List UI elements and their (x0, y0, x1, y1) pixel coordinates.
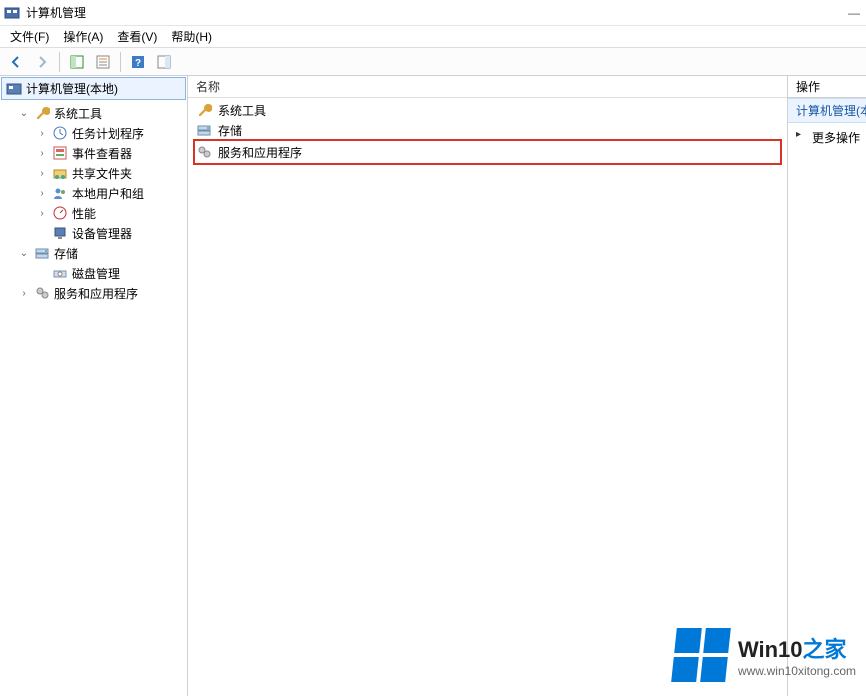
help-button[interactable]: ? (126, 50, 150, 74)
list-item-storage[interactable]: 存储 (194, 120, 781, 140)
list-item-system-tools[interactable]: 系统工具 (194, 100, 781, 120)
tree-pane: 计算机管理(本地) ⌄ 系统工具 › 任务计划程序 › (0, 76, 188, 696)
expand-icon[interactable]: › (36, 167, 48, 179)
expand-icon[interactable]: › (36, 147, 48, 159)
collapse-icon[interactable]: ⌄ (18, 107, 30, 119)
services-icon (34, 285, 50, 301)
tree-root[interactable]: 计算机管理(本地) (1, 77, 186, 100)
tree-label: 本地用户和组 (72, 185, 144, 202)
list-column-header[interactable]: 名称 (188, 76, 787, 98)
tree-item-event-viewer[interactable]: › 事件查看器 (4, 143, 187, 163)
tree-label: 事件查看器 (72, 145, 132, 162)
performance-icon (52, 205, 68, 221)
tree-label: 磁盘管理 (72, 265, 120, 282)
column-name: 名称 (196, 78, 220, 95)
svg-text:?: ? (135, 58, 141, 69)
tree-label: 系统工具 (54, 105, 102, 122)
users-icon (52, 185, 68, 201)
content-area: 计算机管理(本地) ⌄ 系统工具 › 任务计划程序 › (0, 76, 866, 696)
toolbar: ? (0, 48, 866, 76)
list-label: 系统工具 (218, 102, 266, 119)
event-viewer-icon (52, 145, 68, 161)
actions-header: 操作 (788, 76, 866, 98)
list-pane: 名称 系统工具 存储 服务和应用程序 (188, 76, 788, 696)
actions-pane: 操作 计算机管理(本地) 更多操作 (788, 76, 866, 696)
tree-root-label: 计算机管理(本地) (26, 80, 118, 97)
list-label: 服务和应用程序 (218, 144, 302, 161)
app-icon (4, 5, 20, 21)
expand-icon[interactable]: › (18, 287, 30, 299)
tree-item-disk-management[interactable]: 磁盘管理 (4, 263, 187, 283)
tree-item-task-scheduler[interactable]: › 任务计划程序 (4, 123, 187, 143)
tree-label: 服务和应用程序 (54, 285, 138, 302)
toolbar-separator (59, 52, 60, 72)
tree-item-storage[interactable]: ⌄ 存储 (4, 243, 187, 263)
computer-management-icon (6, 81, 22, 97)
tree-item-device-manager[interactable]: 设备管理器 (4, 223, 187, 243)
clock-icon (52, 125, 68, 141)
menu-action[interactable]: 操作(A) (57, 26, 109, 47)
storage-icon (34, 245, 50, 261)
tree-label: 存储 (54, 245, 78, 262)
menu-help[interactable]: 帮助(H) (165, 26, 218, 47)
expand-icon[interactable]: › (36, 127, 48, 139)
disk-management-icon (52, 265, 68, 281)
collapse-icon[interactable]: ⌄ (18, 247, 30, 259)
show-hide-tree-button[interactable] (65, 50, 89, 74)
title-bar: 计算机管理 — (0, 0, 866, 26)
window-title: 计算机管理 (26, 4, 86, 21)
tree-item-system-tools[interactable]: ⌄ 系统工具 (4, 103, 187, 123)
toolbar-separator (120, 52, 121, 72)
tree-label: 性能 (72, 205, 96, 222)
forward-button[interactable] (30, 50, 54, 74)
wrench-icon (196, 102, 212, 118)
menu-bar: 文件(F) 操作(A) 查看(V) 帮助(H) (0, 26, 866, 48)
list-item-services-apps[interactable]: 服务和应用程序 (194, 140, 781, 164)
storage-icon (196, 122, 212, 138)
back-button[interactable] (4, 50, 28, 74)
properties-button[interactable] (91, 50, 115, 74)
tree-label: 共享文件夹 (72, 165, 132, 182)
dash-icon: — (848, 6, 862, 20)
wrench-icon (34, 105, 50, 121)
tree-label: 设备管理器 (72, 225, 132, 242)
menu-file[interactable]: 文件(F) (4, 26, 55, 47)
device-manager-icon (52, 225, 68, 241)
blank-icon (36, 267, 48, 279)
tree-item-shared-folders[interactable]: › 共享文件夹 (4, 163, 187, 183)
services-icon (196, 144, 212, 160)
tree-item-services-apps[interactable]: › 服务和应用程序 (4, 283, 187, 303)
tree-item-local-users[interactable]: › 本地用户和组 (4, 183, 187, 203)
expand-icon[interactable]: › (36, 207, 48, 219)
blank-icon (36, 227, 48, 239)
show-actions-button[interactable] (152, 50, 176, 74)
actions-more[interactable]: 更多操作 (788, 123, 866, 150)
tree-label: 任务计划程序 (72, 125, 144, 142)
expand-icon[interactable]: › (36, 187, 48, 199)
actions-context: 计算机管理(本地) (788, 98, 866, 123)
menu-view[interactable]: 查看(V) (111, 26, 163, 47)
list-label: 存储 (218, 122, 242, 139)
shared-folders-icon (52, 165, 68, 181)
tree-item-performance[interactable]: › 性能 (4, 203, 187, 223)
